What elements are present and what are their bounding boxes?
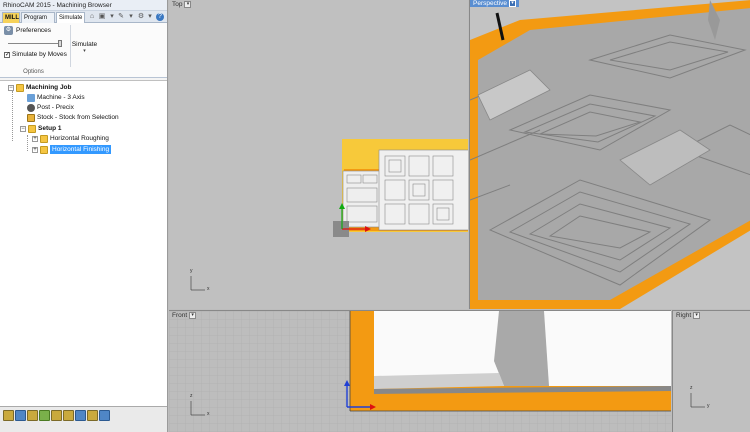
chevron-down-icon: ▾: [83, 48, 86, 54]
viewport-front[interactable]: Front ▾ z x: [169, 310, 671, 432]
axis-label-z: z: [190, 393, 193, 399]
tree-node-horizontal-roughing[interactable]: + Horizontal Roughing: [32, 134, 109, 143]
preferences-button[interactable]: ⚙ Preferences: [4, 26, 51, 35]
tree-node-setup[interactable]: − Setup 1: [20, 124, 61, 133]
machining-browser-panel: RhinoCAM 2015 - Machining Browser MILL P…: [0, 0, 168, 432]
ribbon-simulate-panel: ⚙ Preferences ✓ Simulate by Moves Simula…: [0, 23, 167, 78]
tree-node-machining-job[interactable]: − Machining Job: [8, 83, 72, 92]
stock-view-icon[interactable]: [63, 410, 74, 421]
tab-simulate[interactable]: Simulate: [56, 12, 85, 23]
viewport-label-front[interactable]: Front ▾: [172, 312, 197, 319]
chevron-down-icon[interactable]: ▾: [693, 312, 701, 319]
simulate-button-label: Simulate: [71, 41, 98, 48]
viewport-label-top[interactable]: Top ▾: [172, 1, 192, 8]
list-icon[interactable]: [87, 410, 98, 421]
axis-label-x: x: [207, 286, 210, 292]
settings-icon[interactable]: [75, 410, 86, 421]
gear-icon[interactable]: ⚙: [137, 13, 145, 21]
tree-node-stock[interactable]: Stock - Stock from Selection: [27, 113, 119, 122]
layers-icon[interactable]: ▣: [98, 13, 106, 21]
top-view-drawing: [190, 139, 468, 291]
dropdown-icon[interactable]: ▾: [146, 13, 154, 21]
viewport-perspective[interactable]: Perspective ▾: [469, 0, 750, 309]
help-icon[interactable]: ?: [156, 13, 164, 21]
tree-node-label: Setup 1: [38, 125, 62, 132]
tree-connector: [12, 91, 13, 141]
simulate-button[interactable]: Simulate ▾: [70, 25, 98, 67]
simulate-by-moves-checkbox[interactable]: ✓ Simulate by Moves: [4, 51, 67, 58]
chevron-down-icon[interactable]: ▾: [189, 312, 197, 319]
home-icon[interactable]: ⌂: [88, 13, 96, 21]
tool-icon[interactable]: [27, 410, 38, 421]
simulate-icon[interactable]: [51, 410, 62, 421]
folder-icon: [40, 145, 48, 154]
slider-track: [8, 43, 60, 44]
viewport-title: Perspective: [473, 0, 507, 7]
axis-label-y: y: [190, 268, 193, 274]
tree-node-label: Machine - 3 Axis: [37, 94, 85, 101]
simulate-by-moves-label: Simulate by Moves: [12, 51, 67, 58]
chevron-down-icon[interactable]: ▾: [184, 1, 192, 8]
export-icon[interactable]: [99, 410, 110, 421]
preferences-label: Preferences: [16, 27, 52, 34]
tree-connector: [27, 135, 28, 151]
axis-label-y: y: [707, 403, 710, 409]
axis-label-z: z: [690, 385, 693, 391]
perspective-3d-render: [470, 0, 750, 309]
tree-node-post[interactable]: Post - Precix: [27, 103, 74, 112]
post-process-icon[interactable]: [39, 410, 50, 421]
toolbar-icons: [3, 410, 110, 421]
collapse-icon[interactable]: −: [20, 125, 26, 132]
tree-node-label: Horizontal Roughing: [50, 135, 109, 142]
tree-node-label: Machining Job: [26, 84, 72, 91]
viewport-top[interactable]: Top ▾ y x: [169, 0, 468, 309]
app-root: RhinoCAM 2015 - Machining Browser MILL P…: [0, 0, 750, 432]
dropdown-icon[interactable]: ▾: [108, 13, 116, 21]
machine-icon: [27, 93, 35, 102]
right-view-drawing: [690, 393, 705, 408]
tab-mill[interactable]: MILL: [2, 12, 20, 23]
info-icon[interactable]: [15, 410, 26, 421]
post-icon: [27, 103, 35, 112]
part-surface: [478, 8, 750, 300]
expand-icon[interactable]: +: [32, 146, 38, 153]
simulation-speed-slider[interactable]: [8, 40, 64, 47]
checkbox-box[interactable]: ✓: [4, 51, 10, 58]
tab-program[interactable]: Program: [21, 12, 55, 23]
regenerate-icon[interactable]: [3, 410, 14, 421]
operations-tree: − Machining Job Machine - 3 Axis Post - …: [0, 80, 167, 406]
window-title: RhinoCAM 2015 - Machining Browser: [0, 0, 167, 11]
viewport-label-right[interactable]: Right ▾: [676, 312, 701, 319]
chevron-down-icon[interactable]: ▾: [508, 0, 516, 7]
preferences-icon: ⚙: [4, 26, 13, 35]
folder-icon: [28, 124, 36, 133]
viewport-title: Front: [172, 312, 188, 319]
folder-icon: [16, 83, 24, 92]
stock-icon: [27, 113, 35, 122]
part-relief-panel: [378, 149, 468, 231]
tree-node-machine[interactable]: Machine - 3 Axis: [27, 93, 85, 102]
tree-node-label: Post - Precix: [37, 104, 74, 111]
tree-node-label: Stock - Stock from Selection: [37, 114, 119, 121]
ribbon-tabs: MILL Program Simulate ⌂ ▣ ▾ ✎ ▾ ⚙ ▾ ?: [0, 11, 167, 23]
viewport-label-perspective[interactable]: Perspective ▾: [470, 0, 519, 7]
viewport-right[interactable]: Right ▾ z y: [672, 310, 750, 432]
tools-icon[interactable]: ✎: [117, 13, 125, 21]
ribbon-group-label: Options: [23, 69, 44, 75]
front-view-drawing: [169, 311, 671, 432]
collapse-icon[interactable]: −: [8, 84, 14, 91]
folder-icon: [40, 134, 48, 143]
viewport-title: Right: [676, 312, 692, 319]
tree-node-label: Horizontal Finishing: [50, 145, 112, 154]
expand-icon[interactable]: +: [32, 135, 38, 142]
browser-toolbar: [0, 406, 167, 432]
axis-label-x: x: [207, 411, 210, 417]
viewport-title: Top: [172, 1, 183, 8]
dropdown-icon[interactable]: ▾: [127, 13, 135, 21]
slider-thumb[interactable]: [58, 40, 62, 47]
part-wall: [494, 311, 549, 386]
tree-node-horizontal-finishing[interactable]: + Horizontal Finishing: [32, 145, 112, 154]
